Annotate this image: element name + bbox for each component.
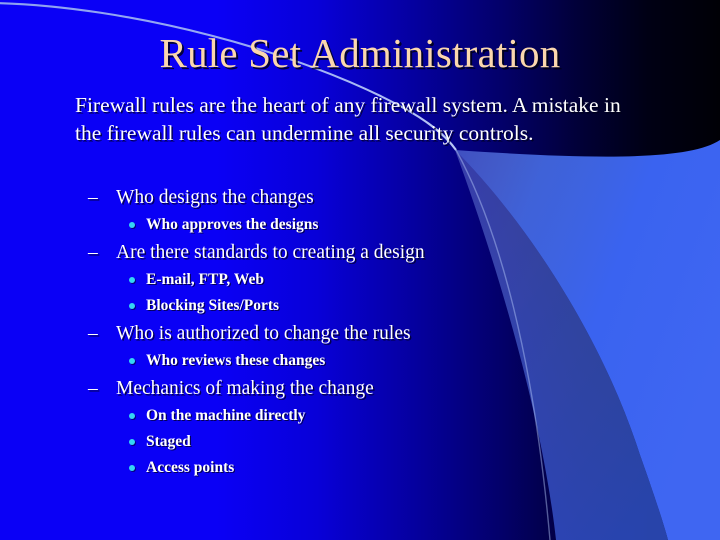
dot-bullet-icon xyxy=(129,358,135,364)
bullet-label: Blocking Sites/Ports xyxy=(146,297,280,314)
bullet-label: E-mail, FTP, Web xyxy=(146,271,264,288)
bullet-level1: – Are there standards to creating a desig… xyxy=(75,238,655,267)
bullet-level1: – Who is authorized to change the rules xyxy=(75,319,655,348)
bullet-label: Are there standards to creating a design xyxy=(116,242,425,263)
dash-bullet-icon: – xyxy=(88,323,98,344)
slide-content: Rule Set Administration Firewall rules a… xyxy=(0,0,720,540)
bullet-level2: Access points xyxy=(75,455,655,481)
dot-bullet-icon xyxy=(129,465,135,471)
dot-bullet-icon xyxy=(129,303,135,309)
bullet-list: – Who designs the changes Who approves the… xyxy=(75,183,655,481)
bullet-level1: – Who designs the changes xyxy=(75,183,655,212)
dash-bullet-icon: – xyxy=(88,378,98,399)
bullet-label: Mechanics of making the change xyxy=(116,378,374,399)
dash-bullet-icon: – xyxy=(88,242,98,263)
dot-bullet-icon xyxy=(129,277,135,283)
bullet-label: Who reviews these changes xyxy=(146,352,326,369)
bullet-level2: Blocking Sites/Ports xyxy=(75,293,655,319)
presentation-slide: Rule Set Administration Firewall rules a… xyxy=(0,0,720,540)
page-title: Rule Set Administration xyxy=(159,30,561,76)
bullet-level2: Who approves the designs xyxy=(75,212,655,238)
bullet-level2: Who reviews these changes xyxy=(75,348,655,374)
dot-bullet-icon xyxy=(129,222,135,228)
dot-bullet-icon xyxy=(129,413,135,419)
bullet-level2: Staged xyxy=(75,429,655,455)
bullet-label: On the machine directly xyxy=(146,407,306,424)
bullet-label: Who approves the designs xyxy=(146,216,319,233)
dash-bullet-icon: – xyxy=(88,187,98,208)
body-text-block: Firewall rules are the heart of any fire… xyxy=(75,91,635,147)
dot-bullet-icon xyxy=(129,439,135,445)
bullet-label: Access points xyxy=(146,459,235,476)
intro-paragraph: Firewall rules are the heart of any fire… xyxy=(75,93,621,145)
bullet-label: Who is authorized to change the rules xyxy=(116,323,411,344)
bullet-level2: On the machine directly xyxy=(75,403,655,429)
bullet-level2: E-mail, FTP, Web xyxy=(75,267,655,293)
bullet-label: Staged xyxy=(146,433,191,450)
bullet-label: Who designs the changes xyxy=(116,187,314,208)
bullet-level1: – Mechanics of making the change xyxy=(75,374,655,403)
